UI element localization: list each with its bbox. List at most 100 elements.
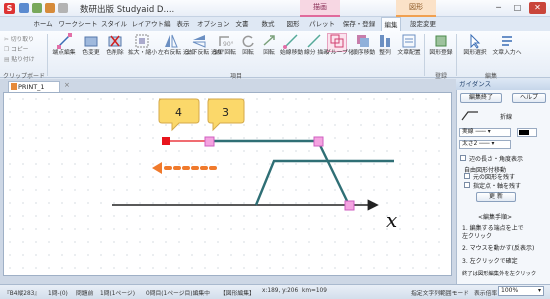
flip-vertical-button[interactable]: 上下反転 追加 [186, 33, 223, 57]
zoom-select[interactable]: 100% ▾ [498, 286, 544, 296]
status-count: 1問-(0) [48, 291, 68, 297]
rotate-button[interactable]: 回転 [238, 33, 258, 57]
copy-button[interactable]: ❐ コピー [4, 44, 28, 53]
keep-axis-label: 指定点・軸を残す [473, 183, 522, 190]
minimize-button[interactable]: ─ [490, 2, 507, 14]
tab-style[interactable]: スタイル [100, 17, 128, 31]
save-icon[interactable] [19, 3, 29, 13]
status-column: 0問目(1ページ目)編集中 [146, 291, 210, 297]
text-layout-button[interactable]: 文章配置 [396, 33, 422, 57]
color-change-icon [84, 36, 98, 47]
tab-settings[interactable]: 設定変更 [406, 17, 440, 31]
step-2: 2. マウスを動かす(反表示) [462, 245, 535, 252]
shape-type-label: 折線 [500, 114, 513, 121]
order-move-icon [357, 35, 369, 47]
status-mode: 【図形編集】 [220, 291, 255, 297]
drawing-canvas[interactable]: x 4 3 [3, 92, 452, 276]
status-bar: 『B4縦283』 1問-(0) 問題前 1問(1ページ) 0問目(1ページ目)編… [0, 284, 550, 299]
line-style-select[interactable]: 実線 ─── ▾ [459, 128, 511, 137]
line-draw-button[interactable]: 線分 描画 [304, 33, 329, 57]
tab-view[interactable]: 表示 [173, 17, 193, 31]
step-1b: 左クリック [462, 233, 493, 240]
align-button[interactable]: 整列 [376, 33, 394, 57]
order-move-button[interactable]: 順序移動 [352, 33, 375, 57]
flip-vertical-icon [192, 35, 206, 48]
endpoint-handle-red[interactable] [162, 137, 170, 145]
endpoint-handle-mid[interactable] [313, 136, 324, 147]
endpoint-handle-3[interactable] [204, 136, 215, 147]
keep-shape-label: 元の図形を残す [473, 174, 516, 181]
resize-icon [135, 34, 149, 48]
keep-shape-checkbox[interactable] [464, 173, 470, 179]
shape-register-button[interactable]: 図形登録 [428, 33, 454, 57]
update-button[interactable]: 更 新 [476, 192, 516, 202]
x-axis-label: x [386, 208, 397, 232]
ribbon-tabs: ホーム ワークシート スタイル レイアウト編 表示 オプション 文書 数式 図形… [0, 17, 550, 32]
flip-horizontal-icon [165, 34, 178, 48]
guidance-header: ガイダンス [456, 79, 550, 90]
tab-shape[interactable]: 図形 [283, 17, 303, 31]
text-input-icon [502, 36, 512, 46]
divider [456, 34, 457, 76]
tab-save-register[interactable]: 保存・登録 [340, 17, 378, 31]
tab-edit[interactable]: 編集 [381, 17, 401, 32]
start-line-move-icon [283, 34, 298, 49]
customize-icon[interactable] [58, 3, 68, 13]
tab-worksheet[interactable]: ワークシート [58, 17, 98, 31]
context-tab-shape: 図形 [396, 0, 436, 17]
tab-layout[interactable]: レイアウト編 [130, 17, 172, 31]
color-delete-icon [108, 35, 122, 47]
step-3: 3. 左クリックで確定 [462, 258, 518, 265]
polyline-icon [461, 111, 478, 121]
line-width-select[interactable]: 太さ2 ─── ▾ [459, 140, 511, 149]
app-icon[interactable]: S [4, 3, 15, 14]
rotate-90-button[interactable]: 90° 90°回転 [214, 33, 236, 57]
divider [47, 34, 48, 76]
flip-horizontal-button[interactable]: 左右反転 追加 [158, 33, 195, 57]
endpoint-edit-icon [57, 33, 72, 49]
group-button[interactable]: グループ化 [325, 33, 354, 57]
resize-button[interactable]: 拡大・縮小 [128, 33, 157, 57]
document-icon [11, 83, 17, 90]
help-button[interactable]: ヘルプ [512, 93, 546, 103]
keep-axis-checkbox[interactable] [464, 182, 470, 188]
color-change-button[interactable]: 色変更 [80, 33, 102, 57]
edit-done-button[interactable]: 編集終了 [460, 93, 502, 103]
status-km: km=109 [302, 288, 327, 294]
color-delete-button[interactable]: 色削除 [104, 33, 126, 57]
tab-document[interactable]: 文書 [232, 17, 252, 31]
text-input-button[interactable]: 文章入力へ [492, 33, 522, 57]
endpoint-edit-button[interactable]: 端点編集 [50, 33, 78, 57]
document-tab-close-icon[interactable]: × [64, 81, 70, 89]
group-icon [330, 34, 344, 48]
show-length-label: 辺の長さ・角度表示 [469, 156, 524, 163]
status-zoom-label: 表示倍率 [474, 291, 498, 297]
undo-icon[interactable] [32, 3, 42, 13]
context-tab-drawing: 描画 [300, 0, 340, 17]
line-color-select[interactable] [517, 128, 537, 137]
paste-button[interactable]: ▤ 貼り付け [4, 54, 35, 63]
rotate-icon [242, 35, 254, 48]
endpoint-handle-end[interactable] [344, 200, 355, 211]
start-line-move-button[interactable]: 始線移動 [280, 33, 303, 57]
align-icon [380, 35, 390, 47]
show-length-checkbox[interactable] [460, 155, 466, 161]
status-coordinates: x:189, y:206 [262, 288, 299, 294]
shape-register-icon [435, 35, 447, 47]
callout-3-number: 3 [222, 106, 229, 119]
tab-options[interactable]: オプション [197, 17, 230, 31]
divider [424, 34, 425, 76]
tab-math[interactable]: 数式 [258, 17, 278, 31]
shape-select-icon [470, 33, 481, 49]
tab-home[interactable]: ホーム [30, 17, 56, 31]
edit-steps-header: <編集手順> [478, 214, 513, 221]
window-title: 数研出版 Studyaid D.... [80, 5, 175, 15]
tab-palette[interactable]: パレット [308, 17, 336, 31]
cut-button[interactable]: ✂ 切り取り [4, 34, 34, 43]
line-draw-icon [307, 34, 321, 48]
free-rotate-button[interactable]: 回転 [259, 33, 279, 57]
close-button[interactable]: ✕ [529, 2, 546, 14]
maximize-button[interactable]: □ [509, 2, 526, 14]
shape-select-button[interactable]: 図形選択 [460, 33, 490, 57]
redo-icon[interactable] [45, 3, 55, 13]
